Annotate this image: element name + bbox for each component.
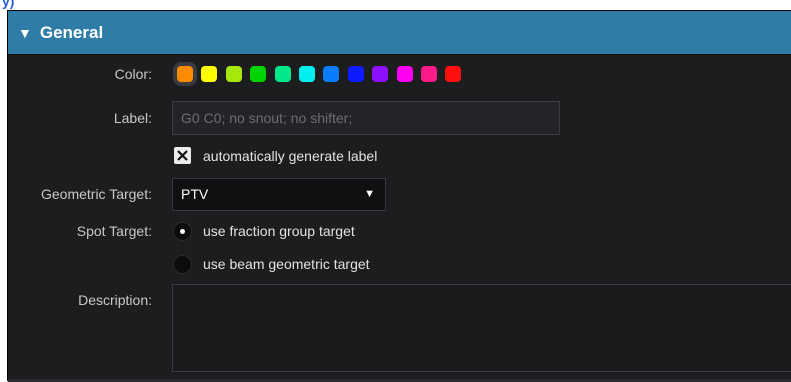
color-swatch-rose[interactable] <box>421 66 437 82</box>
geometric-target-label: Geometric Target: <box>40 186 152 202</box>
section-title: General <box>39 22 104 42</box>
auto-label-text: automatically generate label <box>203 148 378 164</box>
radio-selected-dot <box>180 229 185 234</box>
description-textarea[interactable] <box>172 284 791 372</box>
top-cut-text: y) <box>2 0 15 9</box>
color-swatch-green[interactable] <box>250 66 267 82</box>
radio-fraction-group-target-text: use fraction group target <box>203 223 355 239</box>
color-swatch-azure[interactable] <box>323 66 340 82</box>
geometric-target-value: PTV <box>181 186 209 202</box>
color-swatch-magenta[interactable] <box>396 66 413 82</box>
color-label: Color: <box>114 66 152 82</box>
color-swatch-spring-green[interactable] <box>274 66 291 82</box>
radio-beam-geometric-target-text: use beam geometric target <box>203 256 370 272</box>
color-swatch-yellow-green[interactable] <box>225 66 242 82</box>
color-swatch-cyan[interactable] <box>299 66 315 82</box>
color-swatch-blue[interactable] <box>347 66 364 82</box>
color-swatch-yellow[interactable] <box>201 66 218 82</box>
auto-label-checkbox[interactable] <box>174 147 191 164</box>
top-cut-text-strip: y) <box>0 0 791 10</box>
color-swatch-violet[interactable] <box>372 66 389 82</box>
label-field-label: Label: <box>113 110 152 126</box>
collapse-arrow-icon[interactable]: ▼ <box>18 25 32 41</box>
label-input[interactable]: G0 C0; no snout; no shifter; <box>172 101 560 135</box>
section-header-general[interactable]: ▼ General <box>8 11 791 55</box>
spot-target-label: Spot Target: <box>76 223 152 239</box>
description-label: Description: <box>78 292 152 308</box>
radio-fraction-group-target[interactable] <box>173 222 192 241</box>
color-swatch-orange[interactable] <box>177 66 193 82</box>
color-swatch-red[interactable] <box>445 66 462 82</box>
radio-beam-geometric-target[interactable] <box>173 255 192 274</box>
general-panel: ▼ General Color: Label: G0 C0; no snout;… <box>7 10 791 382</box>
checkmark-x-icon <box>177 150 188 161</box>
chevron-down-icon: ▼ <box>364 188 375 200</box>
geometric-target-select[interactable]: PTV ▼ <box>172 178 386 211</box>
